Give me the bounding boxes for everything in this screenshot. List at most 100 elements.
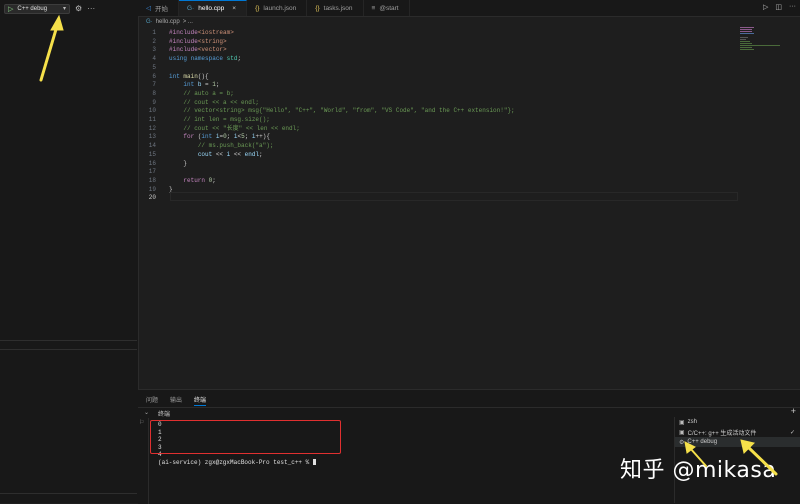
- tab-label: tasks.json: [323, 4, 353, 12]
- code-line[interactable]: 20: [138, 194, 156, 203]
- tab-problems[interactable]: 问题: [146, 395, 158, 406]
- json-file-icon: {}: [315, 4, 320, 12]
- line-number: 7: [152, 81, 156, 89]
- add-terminal-icon[interactable]: +: [791, 406, 796, 416]
- line-number: 8: [152, 89, 156, 97]
- code-line[interactable]: 15 cout << i << endl;: [138, 150, 263, 160]
- line-number: 15: [148, 150, 156, 158]
- line-number: 14: [148, 142, 156, 150]
- editor-actions: ▷ ◫ ···: [763, 3, 796, 11]
- line-number: 20: [148, 194, 156, 202]
- code-line[interactable]: 14 // ms.push_back("a");: [138, 142, 274, 151]
- code-text: using namespace std;: [169, 55, 242, 63]
- play-icon[interactable]: ▷: [8, 5, 13, 13]
- tab-at-start[interactable]: ≡ @start: [364, 0, 410, 16]
- check-icon: ✓: [789, 429, 795, 436]
- code-text: // cout << a << endl;: [183, 98, 260, 106]
- code-line[interactable]: 4 using namespace std;: [138, 55, 241, 64]
- terminal-item-zsh[interactable]: ▣ zsh: [675, 417, 800, 427]
- terminal-item-cpp-debug[interactable]: ⚙ C++ debug: [675, 437, 800, 447]
- code-line[interactable]: 8 // auto a = b;: [138, 89, 233, 99]
- close-icon[interactable]: ×: [232, 5, 236, 12]
- tab-label: @start: [379, 4, 399, 12]
- tab-tasks-json[interactable]: {} tasks.json: [307, 0, 364, 16]
- chevron-down-icon[interactable]: ▾: [63, 5, 66, 12]
- code-text: // vector<string> msg{"Hello", "C++", "W…: [183, 107, 515, 115]
- chevron-down-icon[interactable]: ⌄: [144, 409, 149, 416]
- code-line[interactable]: 3 #include<vector>: [138, 46, 226, 55]
- line-number: 5: [152, 63, 156, 71]
- gear-icon[interactable]: ⚙: [75, 4, 82, 13]
- more-icon[interactable]: ···: [87, 4, 95, 13]
- terminal-item-build-task[interactable]: ▣ C/C++: g++ 生成活动文件 ✓: [675, 427, 800, 437]
- code-text: // ms.push_back("a");: [197, 142, 274, 150]
- debug-icon: ⚙: [679, 439, 685, 446]
- more-icon[interactable]: ···: [789, 3, 796, 11]
- code-text: }: [169, 159, 188, 167]
- code-text: return 0;: [183, 176, 216, 184]
- code-line[interactable]: 18 return 0;: [138, 176, 216, 186]
- tab-output[interactable]: 输出: [170, 395, 182, 406]
- terminal-item-label: C++ debug: [687, 439, 718, 445]
- sidebar-divider: [0, 340, 137, 341]
- code-line[interactable]: 7 int b = 1;: [138, 81, 219, 90]
- tab-terminal[interactable]: 终端: [194, 395, 207, 406]
- code-line[interactable]: 9 // cout << a << endl;: [138, 99, 259, 108]
- debug-toolbar: ▷ C++ debug ▾ ⚙ ···: [4, 3, 95, 14]
- debug-config-select[interactable]: ▷ C++ debug ▾: [4, 3, 70, 14]
- run-icon[interactable]: ▷: [763, 3, 768, 11]
- code-text: // int len = msg.size();: [183, 116, 270, 123]
- line-number: 12: [148, 124, 156, 132]
- line-number: 16: [148, 159, 156, 167]
- terminal-item-label: C/C++: g++ 生成活动文件: [687, 430, 757, 437]
- line-number: 3: [152, 46, 156, 54]
- code-text: // auto a = b;: [183, 89, 234, 97]
- code-line[interactable]: 19}: [138, 186, 173, 195]
- code-text: #include<iostream>: [169, 29, 234, 36]
- minimap[interactable]: [740, 27, 790, 57]
- line-number: 17: [148, 168, 156, 176]
- tab-launch-json[interactable]: {} launch.json: [247, 0, 308, 16]
- sidebar: ▷ C++ debug ▾ ⚙ ···: [0, 0, 139, 503]
- tab-label: 开始: [155, 6, 168, 13]
- breadcrumb: G· hello.cpp > ...: [146, 17, 193, 27]
- code-line[interactable]: 5: [138, 64, 156, 73]
- line-number: 2: [152, 37, 156, 45]
- line-number: 18: [148, 176, 156, 184]
- current-line-highlight: [170, 192, 738, 201]
- breadcrumb-separator[interactable]: > ...: [183, 19, 193, 25]
- split-editor-icon[interactable]: ◫: [775, 3, 782, 11]
- tab-start[interactable]: ◁ 开始: [138, 0, 179, 16]
- code-editor[interactable]: 1 #include<iostream> 2 #include<string> 3 #in…: [138, 27, 738, 387]
- code-line[interactable]: 10 // vector<string> msg{"Hello", "C++",…: [138, 107, 515, 116]
- code-text: #include<string>: [169, 37, 227, 45]
- code-line[interactable]: 11 // int len = msg.size();: [138, 116, 270, 125]
- line-number: 6: [152, 72, 156, 80]
- terminal-icon: ▣: [679, 419, 685, 426]
- code-line[interactable]: 17: [138, 168, 156, 177]
- code-line[interactable]: 2 #include<string>: [138, 37, 226, 47]
- debug-config-label: C++ debug: [17, 5, 48, 12]
- code-text: int main(){: [169, 72, 209, 80]
- code-text: for (int i=0; i<5; i++){: [183, 133, 270, 141]
- watermark: 知乎 @mikasa: [620, 458, 777, 483]
- terminal-item-label: zsh: [687, 419, 698, 425]
- code-text: // cout << "长度" << len << endl;: [183, 124, 300, 132]
- terminal-prompt: (ai-service) zgx@zgxMacBook-Pro test_c++…: [158, 458, 313, 466]
- code-line[interactable]: 1 #include<iostream>: [138, 29, 233, 38]
- line-number: 4: [152, 55, 156, 63]
- tab-hello-cpp[interactable]: G· hello.cpp ×: [179, 0, 248, 16]
- code-line[interactable]: 16 }: [138, 159, 187, 169]
- code-line[interactable]: 13 for (int i=0; i<5; i++){: [138, 133, 270, 142]
- code-line[interactable]: 12 // cout << "长度" << len << endl;: [138, 124, 300, 134]
- line-number: 10: [148, 107, 156, 115]
- code-line[interactable]: 6 int main(){: [138, 72, 208, 82]
- breadcrumb-file[interactable]: hello.cpp: [156, 19, 180, 25]
- tasks-icon[interactable]: ⚐: [139, 419, 144, 426]
- list-icon: ≡: [371, 4, 376, 12]
- vscode-icon: ◁: [146, 5, 151, 12]
- sidebar-divider: [0, 493, 137, 494]
- editor-tab-bar: ◁ 开始 G· hello.cpp × {} launch.json {} ta…: [138, 0, 800, 17]
- code-text: cout << i << endl;: [197, 150, 263, 158]
- code-text: int b = 1;: [183, 81, 220, 89]
